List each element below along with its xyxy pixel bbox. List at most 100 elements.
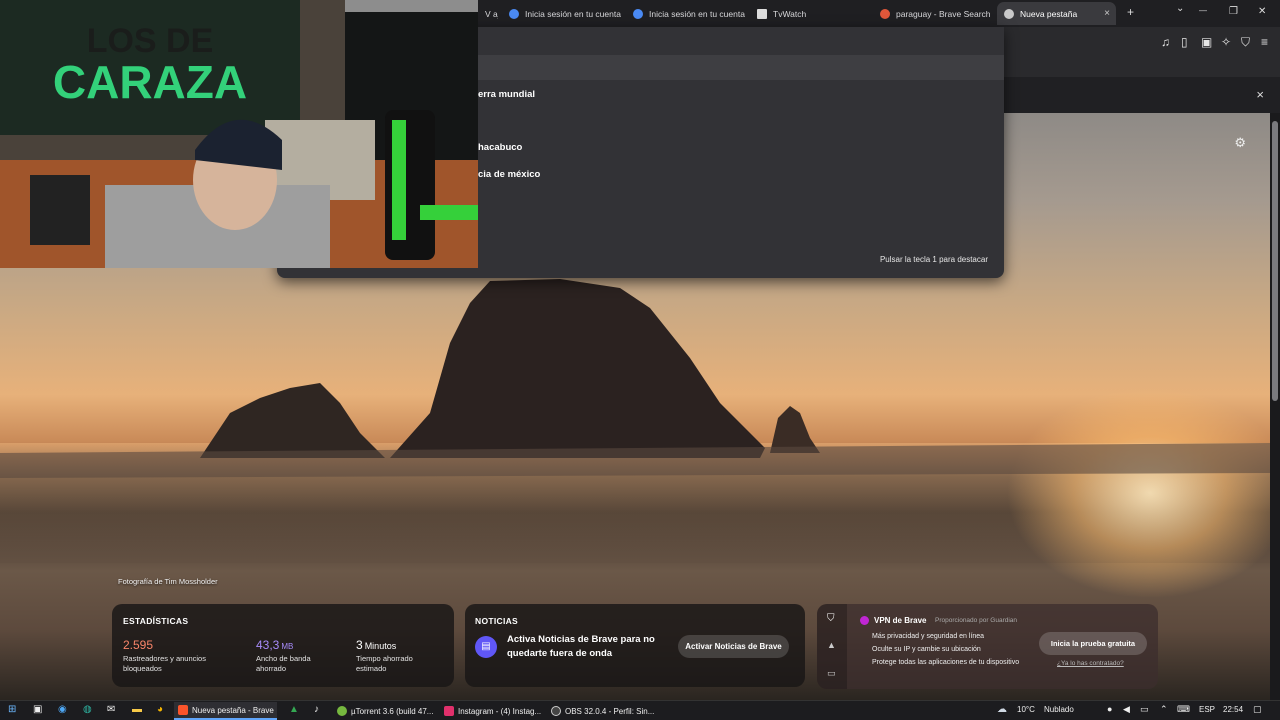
news-card: NOTICIAS ▤ Activa Noticias de Brave para… [465,604,805,687]
stat-time-value: 3 Minutos [356,638,397,652]
brave-icon [178,705,188,715]
file-explorer-icon[interactable]: ▬ [132,704,142,715]
edge-icon[interactable]: ◍ [83,704,92,715]
stats-title: ESTADÍSTICAS [123,616,189,626]
new-tab-plus-icon[interactable]: + [1127,5,1134,19]
vpn-title: VPN de Brave [874,616,927,625]
chrome-icon[interactable]: ◕ [157,704,163,715]
vpn-feature: Oculte su IP y cambie su ubicación [872,646,981,653]
photo-credit: Fotografía de Tim Mossholder [118,577,218,586]
close-tab-icon[interactable]: × [1104,8,1110,19]
drive-icon[interactable]: ▲ [289,704,299,715]
brave-search-icon [880,8,890,19]
keyboard-icon[interactable]: ⌨ [1177,704,1190,715]
taskbar-pinned-icon[interactable]: ◉ [58,704,67,715]
chrome-icon [633,8,643,19]
start-icon[interactable]: ⊞ [8,704,16,715]
warning-icon[interactable]: ▲ [827,640,836,650]
tab-label: Inicia sesión en tu cuenta [525,8,621,19]
media-icon[interactable]: ♫ [1161,35,1170,49]
close-window-button[interactable]: ✕ [1258,6,1266,17]
tab-label: TvWatch [773,8,807,19]
microphone-icon[interactable]: ● [1107,704,1112,714]
brave-icon [1004,8,1014,19]
news-icon: ▤ [475,636,497,658]
horizon-water [0,443,1270,478]
close-infobar-icon[interactable]: × [1256,87,1264,102]
taskbar-app-brave[interactable]: Nueva pestaña - Brave [174,702,277,720]
mail-icon[interactable]: ✉ [107,704,115,715]
vpn-logo-icon [860,616,869,625]
vpn-already-purchased-link[interactable]: ¿Ya lo has contratado? [1057,660,1124,667]
tab-1[interactable]: V aj [478,2,498,25]
taskbar-app-utorrent[interactable]: µTorrent 3.6 (build 47... [333,702,437,720]
sea-stack-large [390,279,765,458]
leo-ai-icon[interactable]: ✧ [1221,35,1231,49]
weather-condition[interactable]: Nublado [1044,705,1074,714]
weather-cloud-icon[interactable]: ☁ [997,704,1007,715]
taskbar-app-instagram[interactable]: Instagram - (4) Instag... [440,702,544,720]
vpn-feature: Más privacidad y seguridad en línea [872,633,985,640]
instagram-icon [444,706,454,716]
vpn-feature: Protege todas las aplicaciones de tu dis… [872,659,1020,666]
notifications-icon[interactable]: ▢ [1253,704,1262,715]
vpn-shield-icon[interactable]: ⛉ [1241,35,1250,50]
stat-trackers-value: 2.595 [123,638,154,652]
scrollbar-thumb[interactable] [1272,121,1278,401]
clock[interactable]: 22:54 [1223,705,1243,714]
minimize-button[interactable]: — [1199,6,1207,15]
input-language[interactable]: ESP [1199,705,1215,714]
maximize-button[interactable]: ❐ [1229,6,1238,17]
vpn-shield-icon[interactable]: ⛉ [827,613,835,624]
taskbar-app-label: Nueva pestaña - Brave [192,705,274,715]
taskbar-app-label: Instagram - (4) Instag... [458,706,542,716]
chrome-icon [509,8,519,19]
taskbar-pinned-icon[interactable]: ▣ [33,704,42,715]
stat-bandwidth-unit: MB [281,642,294,651]
tab-label: Nueva pestaña [1020,8,1078,19]
gear-icon[interactable]: ⚙ [1234,135,1246,151]
activate-news-button[interactable]: Activar Noticias de Brave [678,635,789,658]
wallet-icon[interactable]: ▣ [1201,35,1212,49]
news-promo-text: Activa Noticias de Brave para no quedart… [507,634,655,659]
tab-nueva-pestana[interactable]: Nueva pestaña × [997,2,1116,25]
menu-icon[interactable]: ≡ [1261,35,1268,49]
stat-time-unit: Minutos [364,641,397,651]
suggestion-item[interactable]: hacabuco [478,142,522,153]
omnibox-hint: Pulsar la tecla 1 para destacar [879,255,988,264]
tab-2[interactable]: Inicia sesión en tu cuenta [502,2,622,25]
suggestion-item[interactable]: cia de méxico [478,169,540,180]
tab-4[interactable]: TvWatch [750,2,870,25]
stats-card: ESTADÍSTICAS 2.595 Rastreadores y anunci… [112,604,454,687]
tab-label: paraguay - Brave Search [896,8,991,19]
tab-3[interactable]: Inicia sesión en tu cuenta [626,2,746,25]
suggestion-item[interactable]: erra mundial [478,89,535,100]
vpn-provider: Proporcionado por Guardian [935,617,1018,624]
stat-time-desc: Tiempo ahorrado estimado [356,654,413,673]
svg-text:LOS DE: LOS DE [87,22,214,60]
display-icon[interactable]: ▭ [827,668,836,679]
rock-left [200,383,385,458]
taskbar-app-obs[interactable]: OBS 32.0.4 - Perfil: Sin... [547,702,654,720]
rock-right [770,406,820,453]
tab-5[interactable]: paraguay - Brave Search [873,2,993,25]
network-icon[interactable]: ▭ [1140,704,1149,715]
obs-icon [551,706,561,716]
tab-label: V aj [485,8,498,19]
volume-icon[interactable]: ◀ [1123,704,1130,715]
vpn-card: ⛉ ▲ ▭ VPN de Brave Proporcionado por Gua… [817,604,1158,689]
tray-overflow-icon[interactable]: ⌃ [1160,704,1168,715]
tab-label: Inicia sesión en tu cuenta [649,8,745,19]
tab-list-dropdown-icon[interactable]: ⌄ [1176,3,1184,14]
sidebar-icon[interactable]: ▯ [1181,35,1188,49]
news-title: NOTICIAS [475,616,519,626]
stat-bandwidth-desc: Ancho de banda ahorrado [256,654,311,673]
weather-temp[interactable]: 10°C [1017,705,1035,714]
windows-taskbar: ⊞ ▣ ◉ ◍ ✉ ▬ ◕ Nueva pestaña - Brave ▲ ♪ … [0,700,1280,720]
vpn-trial-button[interactable]: Inicia la prueba gratuita [1039,632,1147,655]
tiktok-icon[interactable]: ♪ [314,704,319,715]
page-scrollbar[interactable] [1270,113,1280,700]
stat-trackers-desc: Rastreadores y anuncios bloqueados [123,654,206,673]
webcam-overlay: LOS DE CARAZA [0,0,478,268]
tv-icon [757,8,767,19]
